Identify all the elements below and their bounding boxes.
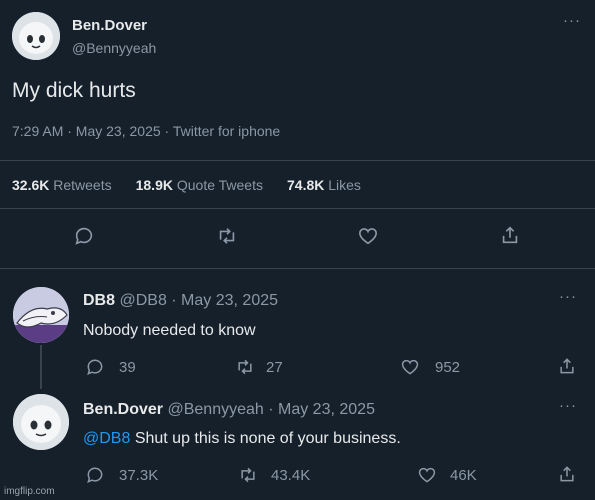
avatar-face: [12, 12, 60, 60]
reply-icon[interactable]: [85, 357, 105, 382]
reply-text-body: Shut up this is none of your business.: [130, 430, 401, 447]
like-count: 46K: [450, 467, 477, 484]
reply-handle-date[interactable]: @Bennyyeah · May 23, 2025: [167, 401, 374, 418]
reply-icon[interactable]: [85, 465, 105, 490]
retweets-stat[interactable]: 32.6K Retweets: [12, 177, 112, 193]
reply-display-name[interactable]: DB8: [83, 292, 115, 309]
share-icon[interactable]: [557, 356, 577, 381]
retweets-count: 32.6K: [12, 177, 50, 193]
reply-text: Nobody needed to know: [83, 322, 256, 339]
like-icon[interactable]: [357, 225, 381, 249]
reply-display-name[interactable]: Ben.Dover: [83, 401, 163, 418]
retweet-icon[interactable]: [238, 465, 258, 490]
reply-avatar[interactable]: [13, 394, 69, 450]
author-display-name[interactable]: Ben.Dover: [72, 17, 147, 34]
author-handle[interactable]: @Bennyyeah: [72, 40, 156, 56]
retweet-count: 43.4K: [271, 467, 311, 484]
tweet-stats: 32.6K Retweets 18.9K Quote Tweets 74.8K …: [12, 177, 385, 193]
divider: [0, 268, 595, 269]
author-avatar[interactable]: [12, 12, 60, 60]
reply-count: 39: [119, 359, 136, 376]
avatar-ghost: [13, 287, 69, 343]
watermark: imgflip.com: [4, 486, 55, 497]
reply-count: 37.3K: [119, 467, 159, 484]
tweet-metadata: 7:29 AM · May 23, 2025 · Twitter for iph…: [12, 123, 281, 139]
likes-count: 74.8K: [287, 177, 325, 193]
quote-tweets-label: Quote Tweets: [176, 177, 263, 193]
mention-link[interactable]: @DB8: [83, 430, 130, 447]
more-options-icon[interactable]: ···: [559, 288, 577, 305]
reply-text: @DB8 Shut up this is none of your busine…: [83, 430, 401, 448]
reply-icon[interactable]: [73, 225, 97, 249]
quote-tweets-stat[interactable]: 18.9K Quote Tweets: [136, 177, 263, 193]
like-count: 952: [435, 359, 461, 376]
reply-handle-date[interactable]: @DB8 · May 23, 2025: [119, 292, 278, 309]
share-icon[interactable]: [557, 464, 577, 489]
reply-avatar[interactable]: [13, 287, 69, 343]
retweet-count: 27: [266, 359, 283, 376]
reply-header: Ben.Dover @Bennyyeah · May 23, 2025: [83, 401, 375, 419]
retweet-icon[interactable]: [216, 225, 240, 249]
retweet-icon[interactable]: [235, 357, 255, 382]
more-options-icon[interactable]: ···: [563, 12, 581, 29]
divider: [0, 208, 595, 209]
divider: [0, 160, 595, 161]
reply-header: DB8 @DB8 · May 23, 2025: [83, 292, 278, 310]
avatar-face: [13, 394, 69, 450]
share-icon[interactable]: [499, 224, 523, 248]
more-options-icon[interactable]: ···: [559, 397, 577, 414]
tweet-text: My dick hurts: [12, 79, 136, 102]
retweets-label: Retweets: [53, 177, 112, 193]
like-icon[interactable]: [400, 357, 420, 382]
like-icon[interactable]: [417, 465, 437, 490]
likes-stat[interactable]: 74.8K Likes: [287, 177, 361, 193]
quote-tweets-count: 18.9K: [135, 177, 173, 193]
likes-label: Likes: [328, 177, 361, 193]
thread-line: [40, 345, 42, 389]
